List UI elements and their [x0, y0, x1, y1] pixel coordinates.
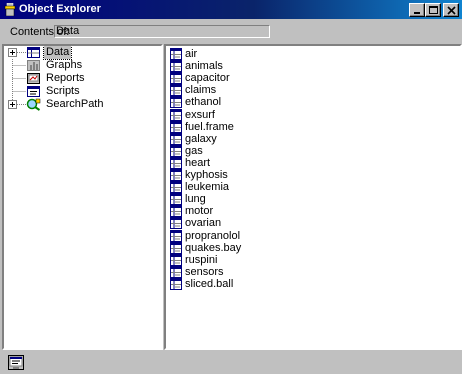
expand-toggle-searchpath[interactable]	[8, 100, 17, 109]
dataframe-icon	[170, 72, 182, 85]
list-item-label: kyphosis	[185, 169, 228, 181]
list-item[interactable]: gas	[170, 144, 370, 157]
list-item[interactable]: kyphosis	[170, 169, 370, 181]
status-bar	[0, 352, 462, 374]
list-item-label: animals	[185, 60, 223, 73]
dataframe-icon	[170, 205, 182, 218]
list-item-label: ethanol	[185, 96, 222, 109]
object-list-pane[interactable]: air animals capacitor claims ethanol exsurf fu…	[164, 44, 462, 350]
list-item-label: claims	[185, 84, 217, 97]
object-explorer-status-icon[interactable]	[8, 355, 24, 370]
close-button[interactable]	[443, 3, 459, 17]
tree-item-data[interactable]: Data	[4, 46, 154, 60]
list-item-label: fuel.frame	[185, 120, 234, 133]
list-item-label: gas	[185, 144, 203, 157]
dataframe-icon	[170, 84, 182, 97]
data-grid-icon	[27, 47, 40, 58]
list-item-label: motor	[185, 205, 214, 218]
list-item[interactable]: air	[170, 48, 370, 60]
list-item[interactable]: ruspini	[170, 253, 370, 266]
dataframe-icon	[170, 60, 182, 73]
list-item-label: ovarian	[185, 217, 222, 230]
dataframe-icon	[170, 96, 182, 109]
list-item-label: lung	[185, 193, 206, 206]
list-item[interactable]: lung	[170, 193, 370, 206]
graph-icon	[27, 60, 40, 71]
list-item[interactable]: animals	[170, 60, 370, 73]
list-item[interactable]: galaxy	[170, 132, 370, 145]
dataframe-icon	[170, 193, 182, 206]
list-item[interactable]: leukemia	[170, 181, 370, 194]
dataframe-icon	[170, 277, 182, 290]
script-icon	[27, 86, 40, 97]
list-item[interactable]: fuel.frame	[170, 120, 370, 133]
dataframe-icon	[170, 48, 182, 60]
list-item[interactable]: ethanol	[170, 96, 370, 109]
dataframe-icon	[170, 120, 182, 133]
list-item[interactable]: heart	[170, 156, 370, 169]
contents-bar: Contents of: Data	[0, 20, 462, 43]
list-item[interactable]: claims	[170, 84, 370, 97]
list-item-label: heart	[185, 156, 211, 169]
list-item[interactable]: sensors	[170, 265, 370, 278]
list-item-label: air	[185, 48, 198, 60]
dataframe-icon	[170, 156, 182, 169]
maximize-button[interactable]	[425, 3, 441, 17]
list-item-label: propranolol	[185, 229, 241, 242]
dataframe-icon	[170, 241, 182, 254]
list-item[interactable]: sliced.ball	[170, 277, 370, 290]
list-item-label: leukemia	[185, 181, 230, 194]
dataframe-icon	[170, 253, 182, 266]
list-item-label: sliced.ball	[185, 277, 234, 290]
dataframe-icon	[170, 169, 182, 181]
expand-toggle-data[interactable]	[8, 48, 17, 57]
tree-item-graphs[interactable]: Graphs	[4, 59, 154, 72]
tree-item-searchpath[interactable]: SearchPath	[4, 98, 154, 111]
tree-item-label: Reports	[46, 72, 85, 84]
minimize-icon	[414, 12, 420, 14]
dataframe-icon	[170, 108, 182, 121]
tree-item-label: Scripts	[46, 85, 80, 97]
dataframe-icon	[170, 229, 182, 242]
dataframe-icon	[170, 217, 182, 230]
object-explorer-window: Object Explorer Contents of: Data Data G…	[0, 0, 462, 374]
tree-pane[interactable]: Data Graphs Reports Scripts SearchPath	[2, 44, 163, 350]
maximize-icon	[429, 6, 438, 14]
tree-item-label: Graphs	[46, 59, 83, 71]
dataframe-icon	[170, 144, 182, 157]
report-icon	[27, 73, 40, 84]
list-item-label: exsurf	[185, 108, 215, 121]
window-title: Object Explorer	[19, 3, 101, 15]
search-path-icon	[26, 98, 41, 111]
close-icon	[447, 6, 456, 15]
tree-item-scripts[interactable]: Scripts	[4, 85, 154, 98]
object-explorer-app-icon	[4, 3, 16, 16]
list-item-label: ruspini	[185, 253, 218, 266]
list-item-label: quakes.bay	[185, 241, 242, 254]
list-item[interactable]: ovarian	[170, 217, 370, 230]
list-item-label: capacitor	[185, 72, 230, 85]
tree-item-reports[interactable]: Reports	[4, 72, 154, 85]
contents-path-field: Data	[54, 25, 270, 38]
dataframe-icon	[170, 265, 182, 278]
list-item-label: galaxy	[185, 132, 217, 145]
tree-item-label: SearchPath	[46, 98, 104, 110]
list-item[interactable]: propranolol	[170, 229, 370, 242]
dataframe-icon	[170, 181, 182, 194]
list-item[interactable]: exsurf	[170, 108, 370, 121]
list-item[interactable]: capacitor	[170, 72, 370, 85]
list-item[interactable]: quakes.bay	[170, 241, 370, 254]
list-item[interactable]: motor	[170, 205, 370, 218]
tree-item-label: Data	[42, 46, 73, 60]
dataframe-icon	[170, 132, 182, 145]
list-item-label: sensors	[185, 265, 224, 278]
title-bar[interactable]: Object Explorer	[0, 0, 462, 19]
minimize-button[interactable]	[409, 3, 425, 17]
